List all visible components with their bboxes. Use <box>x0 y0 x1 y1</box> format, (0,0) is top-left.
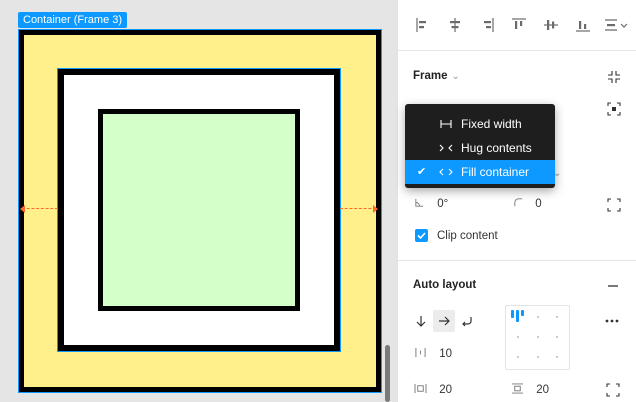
corner-radius-field[interactable]: 0 <box>513 197 542 210</box>
gap-field[interactable]: 10 <box>414 347 452 360</box>
section-divider <box>397 260 636 261</box>
alignment-grid[interactable] <box>505 305 570 370</box>
menu-item-hug-contents[interactable]: Hug contents <box>405 136 555 160</box>
canvas-scrollbar[interactable] <box>385 345 390 402</box>
arrow-down-icon <box>416 316 426 327</box>
grid-dot[interactable] <box>537 356 539 358</box>
check-icon <box>417 232 426 240</box>
vertical-padding-icon <box>512 383 523 394</box>
rotation-icon <box>415 198 424 207</box>
align-bottom-icon[interactable] <box>574 16 592 34</box>
corner-radius-icon <box>514 198 523 207</box>
menu-item-fill-container[interactable]: ✔ Fill container <box>405 160 555 184</box>
align-right-icon[interactable] <box>478 16 496 34</box>
collapse-icon[interactable] <box>606 69 622 85</box>
inner-rectangle[interactable] <box>98 109 300 311</box>
fill-container-icon <box>439 168 453 176</box>
more-options-icon[interactable] <box>604 313 620 329</box>
distribute-menu-icon[interactable] <box>603 16 629 34</box>
hug-contents-icon <box>439 144 453 152</box>
menu-item-label: Fill container <box>461 165 530 179</box>
fixed-width-icon <box>440 120 452 128</box>
auto-layout-title: Auto layout <box>413 279 477 291</box>
horizontal-padding-icon <box>414 383 427 394</box>
alignment-indicator-bar <box>511 310 514 318</box>
fill-guide-right <box>340 208 376 209</box>
alignment-toolbar <box>398 0 636 51</box>
grid-dot[interactable] <box>517 356 519 358</box>
menu-item-label: Fixed width <box>461 117 522 131</box>
align-left-icon[interactable] <box>414 16 432 34</box>
vertical-padding-value: 20 <box>536 384 549 396</box>
rotation-field[interactable]: 0° <box>414 197 448 210</box>
grid-dot[interactable] <box>556 336 558 338</box>
horizontal-padding-value: 20 <box>439 384 452 396</box>
align-vertical-center-icon[interactable] <box>542 16 560 34</box>
grid-dot[interactable] <box>537 336 539 338</box>
direction-horizontal-button[interactable] <box>433 310 455 332</box>
menu-item-fixed-width[interactable]: Fixed width <box>405 112 555 136</box>
remove-auto-layout-icon[interactable] <box>605 278 621 294</box>
grid-dot[interactable] <box>517 336 519 338</box>
align-top-icon[interactable] <box>510 16 528 34</box>
vertical-padding-field[interactable]: 20 <box>511 383 549 396</box>
menu-item-label: Hug contents <box>461 141 532 155</box>
frame-name-label[interactable]: Container (Frame 3) <box>18 12 128 28</box>
gap-icon <box>415 347 426 358</box>
corner-radius-value: 0 <box>535 198 542 210</box>
frame-section-title[interactable]: Frame ⌄ <box>413 70 460 82</box>
alignment-indicator-bar <box>516 310 519 322</box>
fill-guide-right-arrow <box>373 205 378 213</box>
clip-content-label: Clip content <box>437 230 498 242</box>
canvas-scroll-track <box>384 0 397 402</box>
resizing-dropdown-menu: Fixed width Hug contents ✔ Fill containe… <box>405 104 555 188</box>
clip-content-checkbox[interactable] <box>415 229 428 242</box>
height-dropdown-chevron-icon[interactable]: ⌄ <box>553 168 561 179</box>
alignment-indicator-bar <box>521 310 524 316</box>
grid-dot[interactable] <box>537 316 539 318</box>
fill-guide-left <box>22 208 58 209</box>
individual-padding-icon[interactable] <box>605 382 621 398</box>
direction-wrap-button[interactable] <box>456 310 478 332</box>
grid-dot[interactable] <box>556 356 558 358</box>
resize-to-fit-icon[interactable] <box>606 101 622 117</box>
horizontal-padding-field[interactable]: 20 <box>414 383 452 396</box>
fill-guide-left-arrow <box>20 205 25 213</box>
chevron-down-icon: ⌄ <box>451 71 460 82</box>
independent-corners-icon[interactable] <box>606 197 622 213</box>
frame-section-label: Frame <box>413 70 448 82</box>
arrow-right-icon <box>439 316 450 326</box>
wrap-icon <box>462 317 472 327</box>
align-horizontal-center-icon[interactable] <box>446 16 464 34</box>
checkmark-icon: ✔ <box>417 166 427 178</box>
direction-vertical-button[interactable] <box>410 310 432 332</box>
grid-dot[interactable] <box>556 316 558 318</box>
gap-value: 10 <box>439 348 452 360</box>
rotation-value: 0° <box>437 198 449 210</box>
